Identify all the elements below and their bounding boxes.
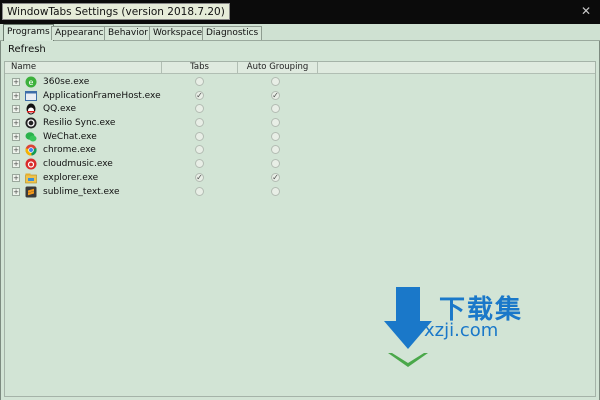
expand-toggle[interactable]: + xyxy=(12,160,20,169)
tabs-checkbox[interactable] xyxy=(195,186,204,196)
watermark-site: xzji.com xyxy=(424,320,499,341)
program-row[interactable]: + cloudmusic.exe xyxy=(5,157,595,171)
chrome-icon xyxy=(25,144,37,156)
auto-grouping-checkbox[interactable] xyxy=(271,131,280,141)
auto-grouping-checkbox[interactable] xyxy=(271,145,280,155)
expand-toggle[interactable]: + xyxy=(12,146,20,155)
tab-behavior[interactable]: Behavior xyxy=(104,26,152,40)
expand-toggle[interactable]: + xyxy=(12,187,20,196)
auto-grouping-checkbox[interactable]: ✓ xyxy=(271,172,280,182)
program-row[interactable]: + WeChat.exe xyxy=(5,130,595,144)
programs-panel: Refresh Name Tabs Auto Grouping + e 360s… xyxy=(0,41,600,400)
watermark: 下载集 xzji.com xyxy=(384,287,554,377)
program-row[interactable]: + sublime_text.exe xyxy=(5,185,595,199)
program-name: chrome.exe xyxy=(43,145,96,156)
expand-toggle[interactable]: + xyxy=(12,105,20,114)
wechat-icon xyxy=(25,131,37,142)
resilio-icon xyxy=(25,117,37,129)
auto-grouping-checkbox[interactable] xyxy=(271,104,280,114)
list-header: Name Tabs Auto Grouping xyxy=(5,62,595,74)
tabs-checkbox[interactable]: ✓ xyxy=(195,172,204,182)
window-title: WindowTabs Settings (version 2018.7.20) xyxy=(2,3,230,20)
program-name: cloudmusic.exe xyxy=(43,159,113,170)
program-name: WeChat.exe xyxy=(43,131,97,142)
program-name: QQ.exe xyxy=(43,104,76,115)
qq-icon xyxy=(26,103,36,115)
tab-diagnostics[interactable]: Diagnostics xyxy=(202,26,263,40)
expand-toggle[interactable]: + xyxy=(12,173,20,182)
tabs-checkbox[interactable] xyxy=(195,131,204,141)
explorer-icon xyxy=(25,173,37,184)
program-row[interactable]: + ApplicationFrameHost.exe ✓ ✓ xyxy=(5,89,595,103)
tabs-checkbox[interactable] xyxy=(195,159,204,169)
tabs-checkbox[interactable] xyxy=(195,104,204,114)
tabs-checkbox[interactable]: ✓ xyxy=(195,90,204,100)
title-bar: WindowTabs Settings (version 2018.7.20) … xyxy=(0,0,600,24)
auto-grouping-checkbox[interactable] xyxy=(271,186,280,196)
program-name: ApplicationFrameHost.exe xyxy=(43,90,161,101)
auto-grouping-checkbox[interactable] xyxy=(271,159,280,169)
svg-text:e: e xyxy=(29,78,34,87)
expand-toggle[interactable]: + xyxy=(12,78,20,86)
expand-toggle[interactable]: + xyxy=(12,91,20,100)
tab-bar: Programs Appearance Behavior Workspace D… xyxy=(0,24,600,41)
program-name: Resilio Sync.exe xyxy=(43,118,116,129)
tab-programs[interactable]: Programs xyxy=(3,24,54,41)
tabs-checkbox[interactable] xyxy=(195,145,204,155)
tabs-checkbox[interactable] xyxy=(195,118,204,128)
cloudmusic-icon xyxy=(25,158,37,170)
column-header-name[interactable]: Name xyxy=(5,62,162,74)
close-button[interactable]: ✕ xyxy=(579,4,593,18)
program-row[interactable]: + explorer.exe ✓ ✓ xyxy=(5,171,595,185)
program-rows: + e 360se.exe + ApplicationFrameHost.exe… xyxy=(5,75,595,198)
auto-grouping-checkbox[interactable]: ✓ xyxy=(271,90,280,100)
tabs-checkbox[interactable] xyxy=(195,77,204,86)
program-row[interactable]: + Resilio Sync.exe xyxy=(5,116,595,130)
column-header-auto-grouping[interactable]: Auto Grouping xyxy=(238,62,318,74)
program-name: 360se.exe xyxy=(43,77,90,87)
auto-grouping-checkbox[interactable] xyxy=(271,118,280,128)
program-row[interactable]: + e 360se.exe xyxy=(5,75,595,89)
program-name: explorer.exe xyxy=(43,172,99,183)
sublime-icon xyxy=(25,186,37,197)
app-frame-icon xyxy=(25,90,37,101)
expand-toggle[interactable]: + xyxy=(12,132,20,141)
program-row[interactable]: + QQ.exe xyxy=(5,102,595,116)
program-name: sublime_text.exe xyxy=(43,186,120,197)
column-header-tabs[interactable]: Tabs xyxy=(162,62,238,74)
360se-icon: e xyxy=(25,76,37,88)
tab-workspace[interactable]: Workspace xyxy=(149,26,207,40)
auto-grouping-checkbox[interactable] xyxy=(271,77,280,86)
expand-toggle[interactable]: + xyxy=(12,119,20,128)
refresh-button[interactable]: Refresh xyxy=(8,44,46,55)
program-row[interactable]: + chrome.exe xyxy=(5,143,595,157)
